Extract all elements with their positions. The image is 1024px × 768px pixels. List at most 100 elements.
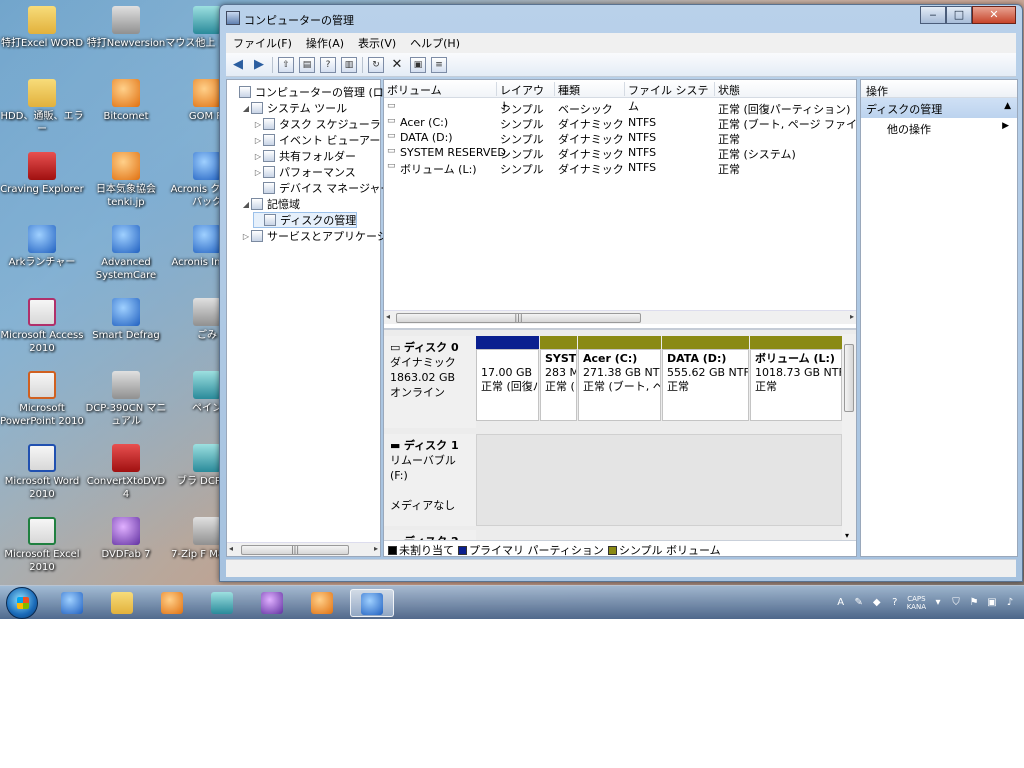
scroll-down-arrow-icon[interactable]: ▾ bbox=[845, 531, 849, 540]
desktop-icon[interactable]: Microsoft Excel 2010 bbox=[0, 517, 84, 574]
tree-item[interactable]: ▷ イベント ビューアー bbox=[253, 132, 380, 148]
desktop-icon[interactable]: DCP-390CN マニュアル bbox=[84, 371, 168, 428]
menu-action[interactable]: 操作(A) bbox=[299, 35, 351, 51]
scroll-left-arrow-icon[interactable]: ◂ bbox=[229, 544, 233, 553]
show-hide-tree-icon[interactable]: ▤ bbox=[299, 56, 315, 73]
computer-management-taskbar-button[interactable] bbox=[350, 589, 394, 617]
media-player-taskbar-button[interactable] bbox=[150, 589, 194, 617]
tree-item[interactable]: ◢ 記憶域 bbox=[241, 196, 300, 212]
tree-horizontal-scrollbar[interactable]: ◂ ||| ▸ bbox=[227, 542, 380, 556]
desktop-icon[interactable]: Advanced SystemCare bbox=[84, 225, 168, 282]
partition-block[interactable]: 17.00 GB 正常 (回復パ bbox=[476, 349, 539, 421]
help-icon[interactable]: ? bbox=[320, 56, 336, 73]
start-button[interactable] bbox=[6, 587, 38, 619]
paint-taskbar-button[interactable] bbox=[200, 589, 244, 617]
wrench-icon[interactable]: ✎ bbox=[853, 597, 865, 609]
volume-row[interactable]: ▭ Acer (C:) シンプル ダイナミック NTFS 正常 (ブート, ページ ファイ… bbox=[384, 115, 856, 131]
column-type[interactable]: 種類 bbox=[555, 82, 625, 97]
delete-icon[interactable]: ✕ bbox=[389, 57, 405, 73]
tree-item[interactable]: ▷ 共有フォルダー bbox=[253, 148, 356, 164]
tree-item[interactable]: ▷ タスク スケジューラ bbox=[253, 116, 381, 132]
column-volume[interactable]: ボリューム bbox=[384, 82, 497, 97]
menu-help[interactable]: ヘルプ(H) bbox=[403, 35, 467, 51]
security-shield-icon[interactable]: ⛉ bbox=[950, 597, 962, 609]
tree-item[interactable]: ▷ サービスとアプリケーショ bbox=[241, 228, 399, 244]
taskbar: A ✎ ◆ ? CAPS KANA ▾ ⛉ ⚑ ▣ ♪ bbox=[0, 585, 1024, 619]
expand-toggle-icon[interactable]: ▷ bbox=[253, 136, 263, 145]
desktop-icon[interactable]: 特打Excel WORD bbox=[0, 6, 84, 50]
bitcomet-taskbar-button[interactable] bbox=[300, 589, 344, 617]
tree-item[interactable]: ディスクの管理 bbox=[253, 212, 358, 228]
desktop-icon[interactable]: Bitcomet bbox=[84, 79, 168, 123]
show-hide-action-pane-icon[interactable]: ▥ bbox=[341, 56, 357, 73]
app-taskbar-button[interactable] bbox=[250, 589, 294, 617]
volume-row[interactable]: ▭ ボリューム (L:) シンプル ダイナミック NTFS 正常 bbox=[384, 160, 856, 176]
network-icon[interactable]: ▣ bbox=[986, 597, 998, 609]
partition-block[interactable]: Acer (C:) 271.38 GB NTF 正常 (ブート, ペ bbox=[578, 349, 661, 421]
scroll-thumb[interactable]: ||| bbox=[241, 545, 349, 555]
tree-item[interactable]: ◢ システム ツール bbox=[241, 100, 347, 116]
ime-pad-icon[interactable]: ◆ bbox=[871, 597, 883, 609]
expand-toggle-icon[interactable]: ▷ bbox=[253, 120, 263, 129]
scroll-left-arrow-icon[interactable]: ◂ bbox=[386, 312, 390, 321]
disk-0-label[interactable]: ▭ ディスク 0 ダイナミック 1863.02 GB オンライン bbox=[384, 336, 476, 428]
desktop-icon[interactable]: 特打Newversion bbox=[84, 6, 168, 50]
volume-row[interactable]: ▭ SYSTEM RESERVED シンプル ダイナミック NTFS 正常 (システム) bbox=[384, 145, 856, 161]
action-center-flag-icon[interactable]: ⚑ bbox=[968, 597, 980, 609]
desktop-icon[interactable]: DVDFab 7 bbox=[84, 517, 168, 561]
desktop-icon[interactable]: Craving Explorer bbox=[0, 152, 84, 196]
menu-file[interactable]: ファイル(F) bbox=[226, 35, 299, 51]
forward-arrow-icon[interactable]: ▶ bbox=[251, 57, 267, 73]
up-folder-icon[interactable]: ⇧ bbox=[278, 56, 294, 73]
refresh-icon[interactable]: ↻ bbox=[368, 56, 384, 73]
actions-section-disk-management[interactable]: ディスクの管理 ▲ bbox=[861, 98, 1017, 118]
action-more-actions[interactable]: 他の操作 ▶ bbox=[861, 118, 1017, 136]
disk-1-label[interactable]: ▬ ディスク 1 リムーバブル (F:) メディアなし bbox=[384, 434, 476, 526]
volume-icon[interactable]: ♪ bbox=[1004, 597, 1016, 609]
minimize-button[interactable]: ‒ bbox=[920, 6, 946, 24]
desktop-icon[interactable]: Microsoft Word 2010 bbox=[0, 444, 84, 501]
column-status[interactable]: 状態 bbox=[715, 82, 856, 97]
partition-block[interactable]: ボリューム (L:) 1018.73 GB NTFS 正常 bbox=[750, 349, 842, 421]
scroll-thumb[interactable]: ||| bbox=[396, 313, 641, 323]
column-layout[interactable]: レイアウト bbox=[497, 82, 555, 113]
tree-item[interactable]: デバイス マネージャー bbox=[253, 180, 391, 196]
tree-item[interactable]: ▷ パフォーマンス bbox=[253, 164, 356, 180]
volume-row[interactable]: ▭ シンプル ベーシック 正常 (回復パーティション) bbox=[384, 100, 856, 116]
desktop-icon[interactable]: HDD、通販、エラー bbox=[0, 79, 84, 136]
export-list-icon[interactable]: ≡ bbox=[431, 56, 447, 73]
menu-view[interactable]: 表示(V) bbox=[351, 35, 403, 51]
desktop-icon[interactable]: Smart Defrag bbox=[84, 298, 168, 342]
expand-toggle-icon[interactable]: ▷ bbox=[253, 168, 263, 177]
desktop-icon[interactable]: ConvertXtoDVD 4 bbox=[84, 444, 168, 501]
expand-toggle-icon[interactable]: ◢ bbox=[241, 104, 251, 113]
back-arrow-icon[interactable]: ◀ bbox=[230, 57, 246, 73]
scroll-right-arrow-icon[interactable]: ▸ bbox=[374, 544, 378, 553]
ime-icon[interactable]: A bbox=[835, 597, 847, 609]
expand-toggle-icon[interactable]: ◢ bbox=[241, 200, 251, 209]
desktop-icon[interactable]: Microsoft Access 2010 bbox=[0, 298, 84, 355]
volume-list-horizontal-scrollbar[interactable]: ◂ ||| ▸ bbox=[384, 310, 856, 324]
volume-row[interactable]: ▭ DATA (D:) シンプル ダイナミック NTFS 正常 bbox=[384, 130, 856, 146]
scroll-thumb[interactable] bbox=[844, 344, 854, 412]
properties-icon[interactable]: ▣ bbox=[410, 56, 426, 73]
desktop-icon[interactable]: 日本気象協会 tenki.jp bbox=[84, 152, 168, 209]
tree-item[interactable]: コンピューターの管理 (ローカ bbox=[229, 84, 406, 100]
desktop-icon[interactable]: Microsoft PowerPoint 2010 bbox=[0, 371, 84, 428]
collapse-caret-icon[interactable]: ▲ bbox=[1004, 101, 1011, 111]
maximize-button[interactable]: □ bbox=[946, 6, 972, 24]
close-button[interactable]: ✕ bbox=[972, 6, 1016, 24]
disk-view-vertical-scrollbar[interactable]: ▾ bbox=[842, 334, 856, 540]
title-bar[interactable]: コンピューターの管理 ‒ □ ✕ bbox=[220, 5, 1022, 31]
help-icon[interactable]: ? bbox=[889, 597, 901, 609]
expand-toggle-icon[interactable]: ▷ bbox=[241, 232, 251, 241]
column-filesystem[interactable]: ファイル システム bbox=[625, 82, 715, 113]
explorer-taskbar-button[interactable] bbox=[100, 589, 144, 617]
desktop-icon[interactable]: Arkランチャー bbox=[0, 225, 84, 269]
chevron-down-icon[interactable]: ▾ bbox=[932, 597, 944, 609]
partition-block[interactable]: DATA (D:) 555.62 GB NTFS 正常 bbox=[662, 349, 749, 421]
internet-explorer-taskbar-button[interactable] bbox=[50, 589, 94, 617]
expand-toggle-icon[interactable]: ▷ bbox=[253, 152, 263, 161]
partition-block[interactable]: SYST 283 M 正常 ( bbox=[540, 349, 577, 421]
scroll-right-arrow-icon[interactable]: ▸ bbox=[850, 312, 854, 321]
